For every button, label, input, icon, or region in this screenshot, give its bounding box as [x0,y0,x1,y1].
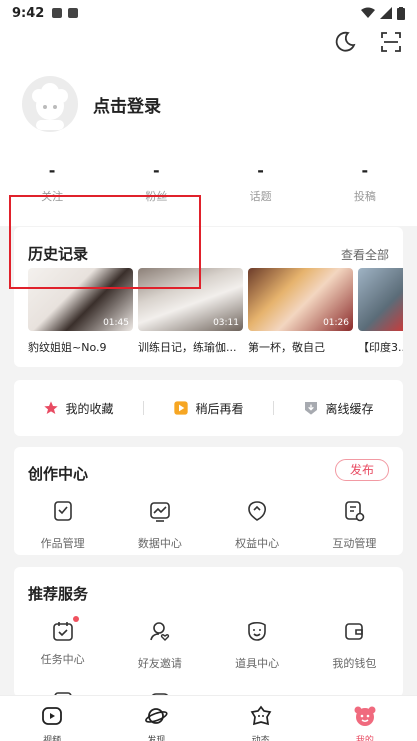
works-management-label: 作品管理 [40,537,85,550]
signal-icon [380,7,392,19]
my-wallet-label: 我的钱包 [332,657,377,670]
data-center-button[interactable]: 数据中心 [111,499,208,551]
wifi-icon [361,7,375,18]
rights-center-button[interactable]: 权益中心 [209,499,306,551]
tab-mine[interactable]: 我的 [313,696,417,741]
video-thumbnail [358,268,403,331]
download-icon [305,402,318,415]
props-icon [248,621,266,641]
stat-value: - [361,161,369,180]
video-title: 豹纹姐姐~No.9 [28,341,107,354]
stat-value: - [153,161,160,180]
status-time: 9:42 [12,5,45,21]
login-link[interactable]: 点击登录 [93,92,161,117]
watch-later-label: 稍后再看 [195,401,244,416]
planet-icon [145,708,168,724]
interaction-management-button[interactable]: 互动管理 [306,499,403,551]
tab-label: 我的 [355,736,374,741]
publish-button[interactable]: 发布 [335,459,389,481]
favorites-label: 我的收藏 [65,401,114,416]
task-center-button[interactable]: 任务中心 [14,616,111,671]
wallet-icon [345,623,364,640]
stat-label: 投稿 [353,190,376,203]
tab-moments[interactable]: 动态 [209,696,313,741]
mine-icon [354,706,376,726]
props-center-button[interactable]: 道具中心 [209,619,306,671]
works-management-button[interactable]: 作品管理 [14,499,111,551]
see-all-link[interactable]: 查看全部 [341,246,389,263]
scan-icon[interactable] [379,30,403,54]
quick-actions-card: 我的收藏 稍后再看 离线缓存 [14,380,403,436]
video-duration: 01:26 [323,318,349,328]
tab-label: 发现 [147,736,166,741]
tab-video[interactable]: 视频 [0,696,104,741]
bottom-tab-bar: 视频 发现 动态 我的 [0,695,417,741]
stat-label: 话题 [249,190,272,203]
default-avatar-icon [32,83,68,130]
creator-center-title: 创作中心 [28,465,89,483]
video-duration: 03:11 [213,318,239,328]
night-mode-icon[interactable] [333,30,357,54]
stat-value: - [48,161,56,180]
props-center-label: 道具中心 [235,657,280,670]
task-center-label: 任务中心 [40,653,85,666]
watch-later-button[interactable]: 稍后再看 [144,400,273,417]
task-icon [52,622,73,641]
notification-dot [72,616,79,622]
works-icon [53,501,72,521]
battery-icon [397,6,405,20]
stat-submissions[interactable]: - 投稿 [313,161,417,204]
rights-icon [248,501,267,521]
star-icon [44,401,59,414]
video-icon [42,707,63,725]
video-title: 【印度3... [358,341,403,354]
creator-center-card: 创作中心 发布 作品管理 数据中心 权益中心 互动管理 [14,447,403,555]
invite-friends-button[interactable]: 好友邀请 [111,619,208,671]
history-item[interactable]: 01:26 第一杯，敬自己 [248,268,353,355]
offline-cache-button[interactable]: 离线缓存 [274,400,403,417]
data-center-label: 数据中心 [137,537,182,550]
interaction-management-label: 互动管理 [332,537,377,550]
history-item[interactable]: 【印度3... [358,268,403,355]
avatar[interactable] [22,76,78,132]
interaction-icon [345,501,365,522]
my-wallet-button[interactable]: 我的钱包 [306,619,403,671]
video-duration: 01:45 [103,318,129,328]
play-later-icon [174,401,189,415]
highlight-box [9,195,201,289]
video-thumbnail: 01:26 [248,268,353,331]
recommended-services-title: 推荐服务 [28,585,89,603]
moments-icon [250,705,271,726]
recommended-services-card: 推荐服务 任务中心 好友邀请 道具中心 我的钱包 [14,567,403,707]
video-title: 第一杯，敬自己 [248,341,325,354]
tab-label: 动态 [251,736,270,741]
video-title: 训练日记，练瑜伽... [138,341,237,354]
tab-discover[interactable]: 发现 [104,696,208,741]
stat-value: - [257,161,264,180]
tab-label: 视频 [43,736,62,741]
offline-cache-label: 离线缓存 [325,401,374,416]
invite-friends-label: 好友邀请 [137,657,182,670]
chart-icon [150,502,170,522]
invite-icon [150,622,169,641]
notification-icon [52,8,63,18]
status-bar: 9:42 [0,0,417,26]
stat-topics[interactable]: - 话题 [209,161,313,204]
rights-center-label: 权益中心 [235,537,280,550]
favorites-button[interactable]: 我的收藏 [14,400,143,417]
app-notification-icon [68,8,79,18]
